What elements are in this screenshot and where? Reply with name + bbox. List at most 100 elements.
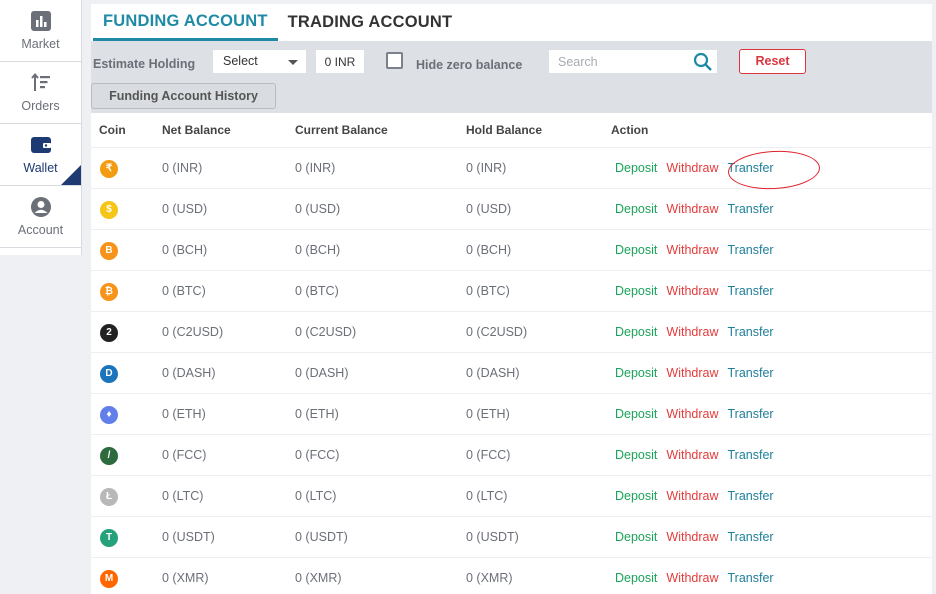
deposit-link[interactable]: Deposit — [615, 366, 657, 380]
deposit-link[interactable]: Deposit — [615, 530, 657, 544]
tab-trading-account[interactable]: TRADING ACCOUNT — [278, 4, 463, 41]
sidebar-item-wallet[interactable]: Wallet — [0, 124, 81, 186]
table-row: Ł 0 (LTC) 0 (LTC) 0 (LTC) Deposit Withdraw Tra… — [91, 475, 932, 516]
fcc-coin-icon: / — [100, 446, 118, 465]
hold-balance: 0 (LTC) — [466, 488, 508, 503]
wallet-icon — [30, 137, 51, 153]
sidebar-item-market[interactable]: Market — [0, 0, 81, 62]
row-actions: Deposit Withdraw Transfer — [611, 270, 932, 311]
current-balance: 0 (LTC) — [295, 488, 337, 503]
dash-coin-icon: D — [100, 364, 118, 383]
current-balance: 0 (C2USD) — [295, 324, 357, 339]
transfer-link[interactable]: Transfer — [727, 243, 773, 257]
withdraw-link[interactable]: Withdraw — [666, 325, 718, 339]
hold-balance: 0 (FCC) — [466, 447, 511, 462]
search-icon[interactable] — [693, 52, 713, 72]
row-actions: Deposit Withdraw Transfer — [611, 434, 932, 475]
filter-toolbar: Estimate Holding Select 0 INR Hide zero … — [91, 41, 932, 113]
transfer-link[interactable]: Transfer — [727, 571, 773, 585]
current-balance: 0 (FCC) — [295, 447, 340, 462]
hold-balance: 0 (USD) — [466, 201, 512, 216]
transfer-link[interactable]: Transfer — [727, 161, 773, 175]
table-row: ♦ 0 (ETH) 0 (ETH) 0 (ETH) Deposit Withdraw Tra… — [91, 393, 932, 434]
header-coin: Coin — [91, 113, 162, 148]
transfer-link[interactable]: Transfer — [727, 489, 773, 503]
funding-history-button[interactable]: Funding Account History — [91, 83, 276, 109]
net-balance: 0 (USDT) — [162, 529, 215, 544]
bch-coin-icon: B — [100, 241, 118, 260]
current-balance: 0 (DASH) — [295, 365, 349, 380]
net-balance: 0 (BTC) — [162, 283, 206, 298]
deposit-link[interactable]: Deposit — [615, 325, 657, 339]
transfer-link[interactable]: Transfer — [727, 202, 773, 216]
sidebar: Market Orders Wallet Account — [0, 0, 82, 255]
withdraw-link[interactable]: Withdraw — [666, 366, 718, 380]
hold-balance: 0 (BTC) — [466, 283, 510, 298]
net-balance: 0 (BCH) — [162, 242, 208, 257]
current-balance: 0 (XMR) — [295, 570, 342, 585]
estimate-select-value: Select — [223, 54, 258, 68]
header-action: Action — [611, 113, 932, 148]
deposit-link[interactable]: Deposit — [615, 407, 657, 421]
row-actions: Deposit Withdraw Transfer — [611, 352, 932, 393]
sidebar-item-account[interactable]: Account — [0, 186, 81, 248]
eth-coin-icon: ♦ — [100, 405, 118, 424]
deposit-link[interactable]: Deposit — [615, 243, 657, 257]
deposit-link[interactable]: Deposit — [615, 202, 657, 216]
table-row: $0 (USD) 0 (USD) 0 (USD) Deposit Withdraw Tra… — [91, 188, 932, 229]
deposit-link[interactable]: Deposit — [615, 284, 657, 298]
withdraw-link[interactable]: Withdraw — [666, 571, 718, 585]
net-balance: 0 (XMR) — [162, 570, 209, 585]
net-balance: 0 (FCC) — [162, 447, 207, 462]
chevron-down-icon — [288, 60, 298, 65]
net-balance: 0 (ETH) — [162, 406, 206, 421]
table-header-row: Coin Net Balance Current Balance Hold Ba… — [91, 113, 932, 148]
sidebar-item-orders[interactable]: Orders — [0, 62, 81, 124]
transfer-link[interactable]: Transfer — [727, 366, 773, 380]
xmr-coin-icon: M — [100, 569, 118, 588]
current-balance: 0 (USD) — [295, 201, 341, 216]
header-net-balance: Net Balance — [162, 113, 295, 148]
deposit-link[interactable]: Deposit — [615, 161, 657, 175]
hide-zero-label: Hide zero balance — [416, 58, 523, 72]
withdraw-link[interactable]: Withdraw — [666, 530, 718, 544]
deposit-link[interactable]: Deposit — [615, 571, 657, 585]
withdraw-link[interactable]: Withdraw — [666, 407, 718, 421]
transfer-link[interactable]: Transfer — [727, 530, 773, 544]
hide-zero-checkbox[interactable] — [386, 52, 403, 69]
table-row: D 0 (DASH) 0 (DASH) 0 (DASH) Deposit Withdraw… — [91, 352, 932, 393]
withdraw-link[interactable]: Withdraw — [666, 243, 718, 257]
withdraw-link[interactable]: Withdraw — [666, 284, 718, 298]
hold-balance: 0 (DASH) — [466, 365, 520, 380]
usdt-coin-icon: T — [100, 528, 118, 547]
withdraw-link[interactable]: Withdraw — [666, 489, 718, 503]
net-balance: 0 (DASH) — [162, 365, 216, 380]
main-panel: FUNDING ACCOUNT TRADING ACCOUNT Estimate… — [91, 4, 932, 594]
net-balance: 0 (INR) — [162, 160, 203, 175]
withdraw-link[interactable]: Withdraw — [666, 202, 718, 216]
tab-funding-account[interactable]: FUNDING ACCOUNT — [93, 4, 278, 41]
hold-balance: 0 (BCH) — [466, 242, 512, 257]
row-actions: Deposit Withdraw Transfer — [611, 188, 932, 229]
hold-balance: 0 (INR) — [466, 160, 507, 175]
search-box — [548, 49, 718, 74]
current-balance: 0 (USDT) — [295, 529, 348, 544]
row-actions: Deposit Withdraw Transfer — [611, 557, 932, 594]
withdraw-link[interactable]: Withdraw — [666, 161, 718, 175]
estimate-select[interactable]: Select — [212, 49, 307, 74]
table-row: ₿ 0 (BTC) 0 (BTC) 0 (BTC) Deposit Withdraw Tra… — [91, 270, 932, 311]
transfer-link[interactable]: Transfer — [727, 325, 773, 339]
deposit-link[interactable]: Deposit — [615, 489, 657, 503]
chart-icon — [30, 11, 51, 31]
deposit-link[interactable]: Deposit — [615, 448, 657, 462]
header-hold-balance: Hold Balance — [466, 113, 611, 148]
current-balance: 0 (BCH) — [295, 242, 341, 257]
transfer-link[interactable]: Transfer — [727, 407, 773, 421]
reset-button[interactable]: Reset — [739, 49, 806, 74]
row-actions: Deposit Withdraw Transfer — [611, 311, 932, 352]
transfer-link[interactable]: Transfer — [727, 448, 773, 462]
hold-balance: 0 (XMR) — [466, 570, 513, 585]
withdraw-link[interactable]: Withdraw — [666, 448, 718, 462]
search-input[interactable] — [549, 50, 689, 73]
transfer-link[interactable]: Transfer — [727, 284, 773, 298]
